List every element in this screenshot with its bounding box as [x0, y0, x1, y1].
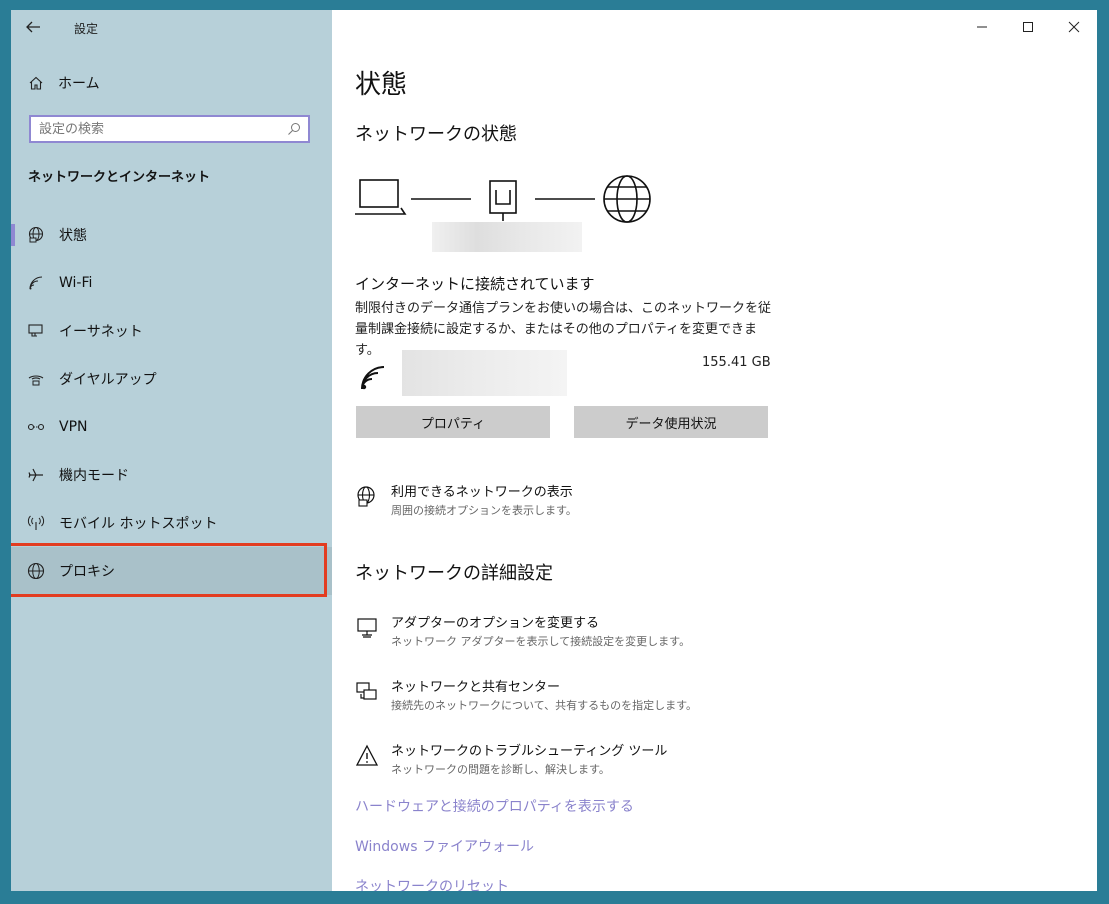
- sidebar-item-label: 機内モード: [59, 468, 129, 484]
- show-networks-link[interactable]: 利用できるネットワークの表示 周囲の接続オプションを表示します。: [355, 484, 577, 519]
- vpn-icon: [25, 418, 47, 436]
- adapter-options-subtitle: ネットワーク アダプターを表示して接続設定を変更します。: [391, 635, 691, 648]
- sidebar-item-wifi[interactable]: Wi-Fi: [11, 259, 332, 307]
- home-label: ホーム: [58, 76, 100, 92]
- app-title: 設定: [74, 22, 99, 36]
- sidebar-item-label: VPN: [59, 419, 88, 435]
- minimize-button[interactable]: [959, 10, 1005, 44]
- search-input[interactable]: [39, 120, 279, 138]
- globe-status-icon: [25, 226, 47, 244]
- sidebar-item-ethernet[interactable]: イーサネット: [11, 307, 332, 355]
- sharing-center-subtitle: 接続先のネットワークについて、共有するものを指定します。: [391, 699, 698, 712]
- properties-button[interactable]: プロパティ: [356, 406, 550, 438]
- dialup-icon: [25, 370, 47, 388]
- adapter-options-title: アダプターのオプションを変更する: [391, 616, 600, 631]
- sidebar-item-vpn[interactable]: VPN: [11, 403, 332, 451]
- home-icon: [25, 75, 47, 91]
- close-button[interactable]: [1051, 10, 1097, 44]
- sidebar-item-label: イーサネット: [59, 324, 143, 340]
- troubleshooter-link[interactable]: ネットワークのトラブルシューティング ツール ネットワークの問題を診断し、解決し…: [355, 743, 667, 778]
- back-arrow-icon[interactable]: [25, 19, 45, 39]
- search-box[interactable]: [29, 115, 310, 143]
- sidebar-item-label: Wi-Fi: [59, 275, 93, 291]
- network-diagram-icon: [355, 175, 651, 223]
- network-status-heading: ネットワークの状態: [355, 124, 517, 145]
- warning-icon: [355, 744, 379, 778]
- sharing-center-icon: [355, 680, 379, 714]
- wifi-signal-icon: [359, 364, 387, 396]
- sidebar-item-hotspot[interactable]: モバイル ホットスポット: [11, 499, 332, 547]
- sidebar-item-label: モバイル ホットスポット: [59, 516, 218, 532]
- sharing-center-title: ネットワークと共有センター: [391, 680, 561, 695]
- ethernet-icon: [25, 322, 47, 340]
- network-diagram: [355, 174, 655, 228]
- maximize-button[interactable]: [1005, 10, 1051, 44]
- adapter-icon: [355, 616, 379, 650]
- advanced-settings-heading: ネットワークの詳細設定: [355, 563, 553, 584]
- wifi-icon: [25, 274, 47, 292]
- sharing-center-link[interactable]: ネットワークと共有センター 接続先のネットワークについて、共有するものを指定しま…: [355, 679, 697, 714]
- window-controls: [959, 10, 1097, 44]
- network-reset-link[interactable]: ネットワークのリセット: [355, 876, 509, 891]
- globe-network-icon: [355, 485, 379, 519]
- main-content: 状態 ネットワークの状態 インターネットに接続されています 制限付きのデータ通信…: [332, 10, 1097, 891]
- sidebar-item-airplane[interactable]: 機内モード: [11, 451, 332, 499]
- data-usage-button[interactable]: データ使用状況: [574, 406, 768, 438]
- airplane-icon: [25, 466, 47, 484]
- sidebar-item-dialup[interactable]: ダイヤルアップ: [11, 355, 332, 403]
- redacted-network-name: [432, 222, 582, 252]
- home-button[interactable]: ホーム: [25, 71, 100, 95]
- troubleshooter-subtitle: ネットワークの問題を診断し、解決します。: [391, 763, 610, 776]
- sidebar-item-label: ダイヤルアップ: [59, 372, 157, 388]
- sidebar: 設定 ホーム ネットワークとインターネット 状態 Wi-Fi: [11, 10, 332, 891]
- globe-icon: [25, 562, 47, 580]
- redacted-ssid: [402, 350, 567, 396]
- show-networks-title: 利用できるネットワークの表示: [391, 485, 573, 500]
- show-networks-subtitle: 周囲の接続オプションを表示します。: [391, 504, 577, 517]
- troubleshooter-title: ネットワークのトラブルシューティング ツール: [391, 744, 668, 759]
- hotspot-icon: [25, 514, 47, 532]
- section-title: ネットワークとインターネット: [28, 170, 211, 185]
- sidebar-item-proxy[interactable]: プロキシ: [11, 547, 332, 595]
- connection-status: インターネットに接続されています: [355, 275, 595, 293]
- settings-window: 設定 ホーム ネットワークとインターネット 状態 Wi-Fi: [11, 10, 1097, 891]
- search-icon[interactable]: [287, 121, 301, 140]
- data-usage-value: 155.41 GB: [702, 355, 771, 370]
- windows-firewall-link[interactable]: Windows ファイアウォール: [355, 836, 534, 856]
- page-title: 状態: [355, 70, 408, 100]
- hardware-properties-link[interactable]: ハードウェアと接続のプロパティを表示する: [355, 796, 634, 816]
- sidebar-item-label: 状態: [59, 228, 87, 244]
- adapter-options-link[interactable]: アダプターのオプションを変更する ネットワーク アダプターを表示して接続設定を変…: [355, 615, 690, 650]
- sidebar-item-label: プロキシ: [59, 564, 115, 580]
- sidebar-item-status[interactable]: 状態: [11, 211, 332, 259]
